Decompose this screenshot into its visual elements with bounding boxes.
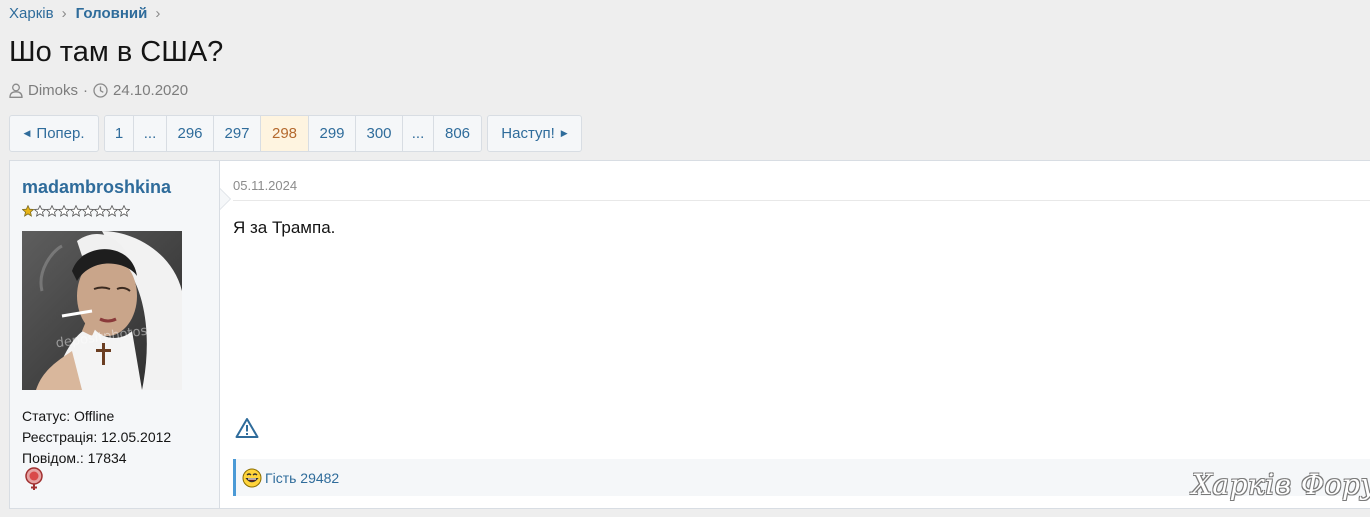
breadcrumb: Харків › Головний › xyxy=(9,5,169,22)
prev-page-button[interactable]: ◀ Попер. xyxy=(9,115,99,152)
post-message-cell: 05.11.2024 Я за Трампа. Гість 29482 xyxy=(220,161,1370,508)
chevron-right-icon: ▶ xyxy=(560,128,568,138)
page-ellipsis[interactable]: ... xyxy=(403,116,434,151)
site-watermark: Харків Форум xyxy=(1192,468,1370,501)
page-ellipsis[interactable]: ... xyxy=(134,116,167,151)
star-empty-icon xyxy=(58,205,70,217)
page-link[interactable]: 1 xyxy=(105,116,134,151)
reaction-user-link[interactable]: Гість 29482 xyxy=(265,470,339,486)
star-empty-icon xyxy=(34,205,46,217)
user-registration: Реєстрація: 12.05.2012 xyxy=(22,429,172,445)
page-link[interactable]: 300 xyxy=(356,116,403,151)
divider xyxy=(233,200,1370,201)
avatar[interactable]: depositphotos xyxy=(22,231,182,390)
page-link[interactable]: 297 xyxy=(214,116,261,151)
star-empty-icon xyxy=(70,205,82,217)
breadcrumb-item-kharkiv[interactable]: Харків xyxy=(9,5,54,22)
user-icon xyxy=(9,83,23,98)
page-list: 1 ... 296 297 298 299 300 ... 806 xyxy=(104,115,482,152)
page-link[interactable]: 296 xyxy=(167,116,214,151)
user-info: Статус: Offline Реєстрація: 12.05.2012 П… xyxy=(22,406,171,469)
pagination: ◀ Попер. 1 ... 296 297 298 299 300 ... 8… xyxy=(9,115,582,152)
next-page-button[interactable]: Наступ! ▶ xyxy=(487,115,582,152)
star-empty-icon xyxy=(82,205,94,217)
post-username[interactable]: madambroshkina xyxy=(22,177,171,198)
page-link[interactable]: 806 xyxy=(434,116,481,151)
post: madambroshkina depositphotos Статус: Off… xyxy=(9,160,1370,509)
prev-page-label: Попер. xyxy=(36,125,85,142)
post-body: Я за Трампа. xyxy=(233,218,336,237)
post-user-cell: madambroshkina depositphotos Статус: Off… xyxy=(10,161,231,508)
female-icon xyxy=(22,467,46,496)
star-empty-icon xyxy=(46,205,58,217)
next-page-label: Наступ! xyxy=(501,125,555,142)
thread-date: 24.10.2020 xyxy=(113,82,189,99)
chevron-right-icon: › xyxy=(61,5,67,22)
star-filled-icon xyxy=(22,205,34,217)
breadcrumb-item-main[interactable]: Головний xyxy=(76,5,148,22)
chevron-right-icon: › xyxy=(155,5,161,22)
rank-stars xyxy=(22,205,130,217)
meta-separator: · xyxy=(83,82,89,99)
star-empty-icon xyxy=(106,205,118,217)
thread-meta: Dimoks · 24.10.2020 xyxy=(9,82,188,99)
user-post-count: Повідом.: 17834 xyxy=(22,450,127,466)
post-date[interactable]: 05.11.2024 xyxy=(233,178,297,193)
star-empty-icon xyxy=(118,205,130,217)
clock-icon xyxy=(93,83,108,98)
user-status: Статус: Offline xyxy=(22,408,115,424)
laugh-emoji-icon xyxy=(242,468,262,488)
thread-author-link[interactable]: Dimoks xyxy=(28,82,78,99)
star-empty-icon xyxy=(94,205,106,217)
page-title: Шо там в США? xyxy=(9,36,224,68)
page-link[interactable]: 299 xyxy=(309,116,356,151)
chevron-left-icon: ◀ xyxy=(23,128,31,138)
warning-icon[interactable] xyxy=(235,417,259,444)
page-link-current[interactable]: 298 xyxy=(261,116,309,151)
